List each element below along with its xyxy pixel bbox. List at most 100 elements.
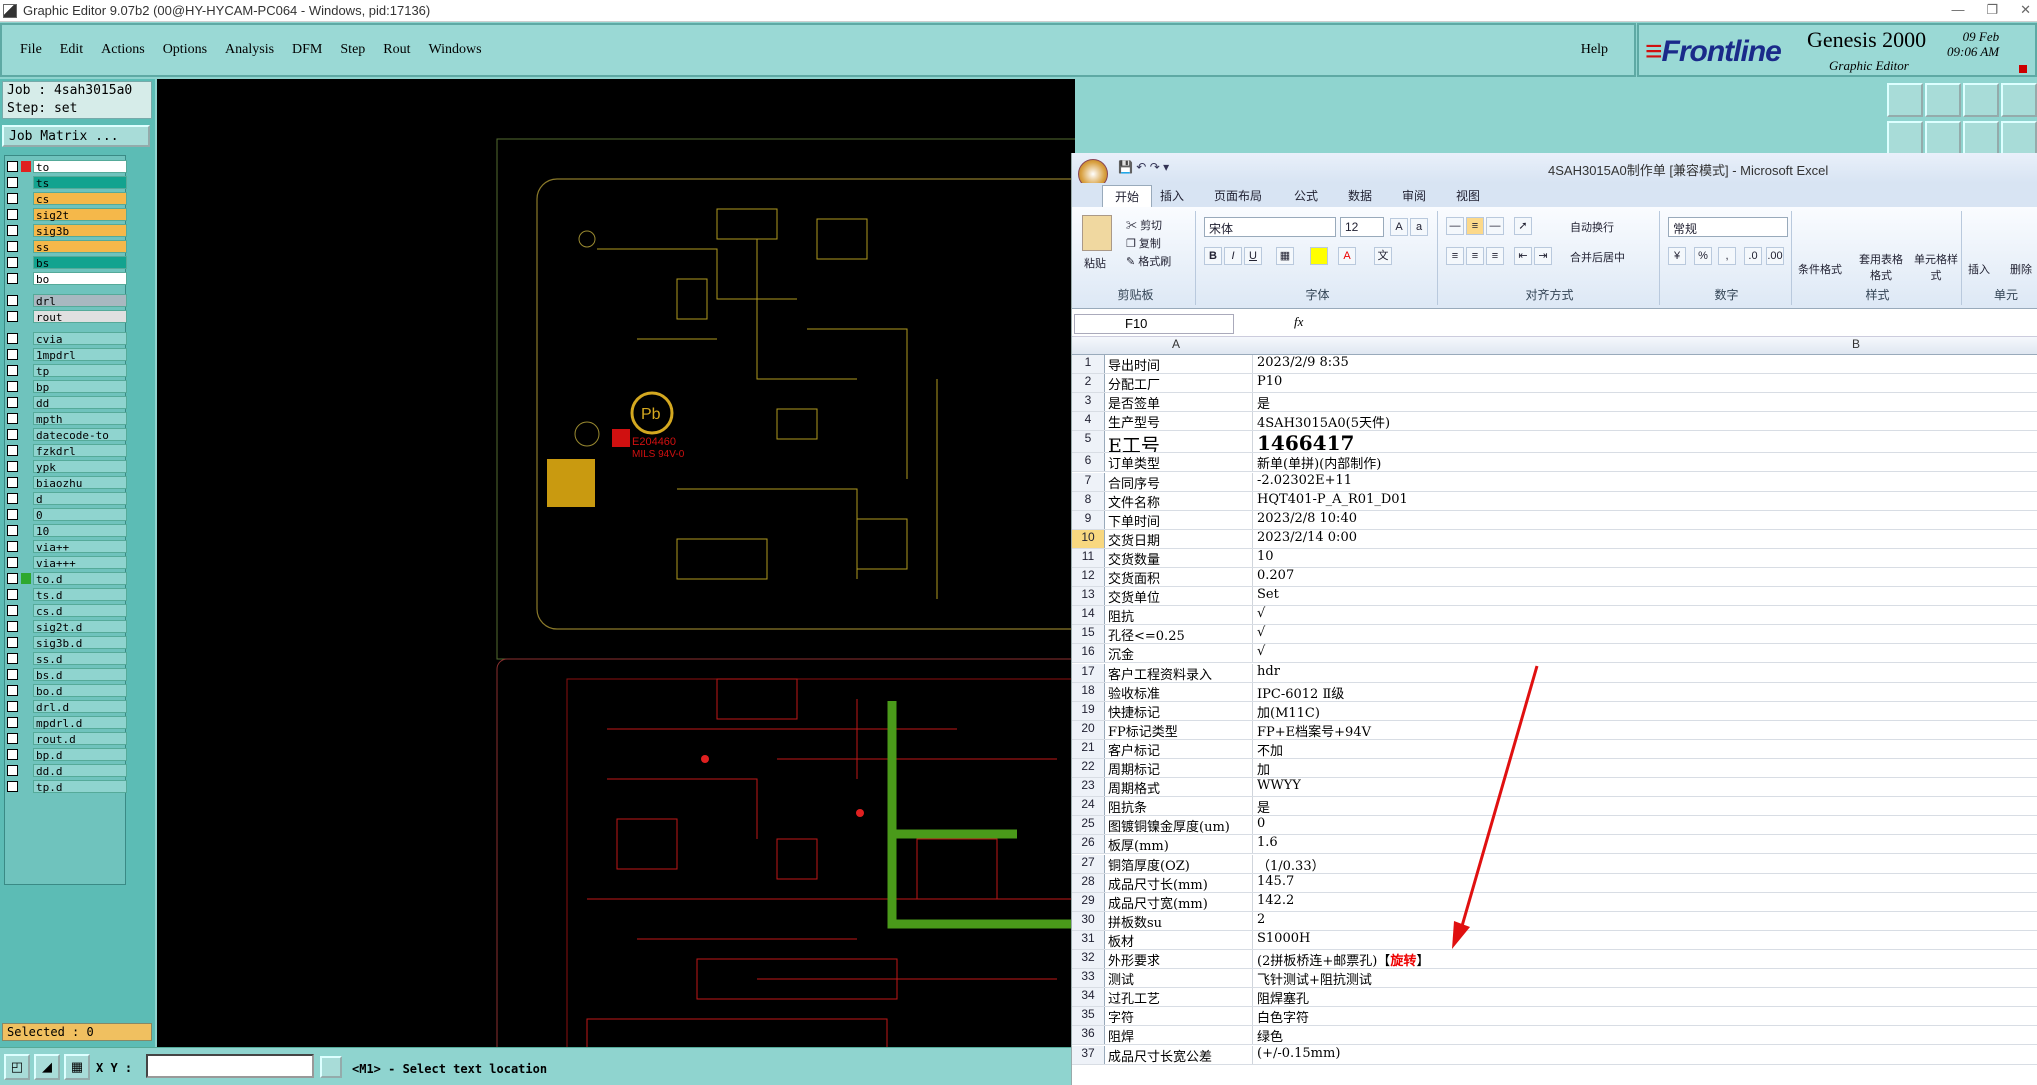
layer-row[interactable]: d	[7, 491, 127, 506]
layer-name[interactable]: cvia	[33, 331, 127, 346]
layer-name[interactable]: 1mpdrl	[33, 347, 127, 362]
close-icon[interactable]: ✕	[2020, 2, 2031, 18]
layer-checkbox[interactable]	[7, 716, 18, 728]
layer-row[interactable]: mpth	[7, 411, 127, 426]
layer-color-swatch[interactable]	[21, 349, 31, 360]
layer-row[interactable]: cvia	[7, 331, 127, 346]
layer-checkbox[interactable]	[7, 476, 18, 488]
layer-color-swatch[interactable]	[21, 209, 31, 220]
layer-row[interactable]: via++	[7, 539, 127, 554]
layer-name[interactable]: via+++	[33, 555, 127, 570]
layer-name[interactable]: dd	[33, 395, 127, 410]
layer-checkbox[interactable]	[7, 700, 18, 712]
layer-color-swatch[interactable]	[21, 193, 31, 204]
layer-checkbox[interactable]	[7, 380, 18, 392]
select-tool-icon[interactable]: ◰	[4, 1054, 30, 1080]
measure-tool-icon[interactable]: ◢	[34, 1054, 60, 1080]
layer-row[interactable]: ts	[7, 175, 127, 190]
layer-color-swatch[interactable]	[21, 525, 31, 536]
layer-name[interactable]: biaozhu	[33, 475, 127, 490]
layer-name[interactable]: cs.d	[33, 603, 127, 618]
layer-color-swatch[interactable]	[21, 295, 31, 306]
layer-checkbox[interactable]	[7, 256, 18, 268]
layer-name[interactable]: bp	[33, 379, 127, 394]
layer-color-swatch[interactable]	[21, 637, 31, 648]
layer-name[interactable]: datecode-to	[33, 427, 127, 442]
layer-checkbox[interactable]	[7, 604, 18, 616]
layer-name[interactable]: bo.d	[33, 683, 127, 698]
layer-row[interactable]: sig3b.d	[7, 635, 127, 650]
layer-name[interactable]: ts	[33, 175, 127, 190]
layer-color-swatch[interactable]	[21, 493, 31, 504]
menu-rout[interactable]: Rout	[383, 42, 410, 58]
layer-color-swatch[interactable]	[21, 225, 31, 236]
layer-row[interactable]: cs	[7, 191, 127, 206]
layer-row[interactable]: dd	[7, 395, 127, 410]
layer-checkbox[interactable]	[7, 364, 18, 376]
layer-color-swatch[interactable]	[21, 557, 31, 568]
layer-row[interactable]: bo.d	[7, 683, 127, 698]
layer-row[interactable]: bp.d	[7, 747, 127, 762]
layer-row[interactable]: ypk	[7, 459, 127, 474]
layer-checkbox[interactable]	[7, 556, 18, 568]
layer-name[interactable]: ss	[33, 239, 127, 254]
layer-checkbox[interactable]	[7, 310, 18, 322]
layer-checkbox[interactable]	[7, 208, 18, 220]
layer-checkbox[interactable]	[7, 508, 18, 520]
layer-color-swatch[interactable]	[21, 572, 31, 584]
tool-zoom-out-icon[interactable]	[1925, 83, 1961, 117]
layer-name[interactable]: rout	[33, 309, 127, 324]
layer-color-swatch[interactable]	[21, 445, 31, 456]
layer-checkbox[interactable]	[7, 748, 18, 760]
layer-checkbox[interactable]	[7, 668, 18, 680]
layer-row[interactable]: bo	[7, 271, 127, 286]
layer-name[interactable]: mpth	[33, 411, 127, 426]
layer-row[interactable]: fzkdrl	[7, 443, 127, 458]
layer-row[interactable]: ts.d	[7, 587, 127, 602]
menu-step[interactable]: Step	[340, 42, 365, 58]
layer-color-swatch[interactable]	[21, 241, 31, 252]
xy-input[interactable]	[146, 1054, 314, 1078]
layer-color-swatch[interactable]	[21, 733, 31, 744]
layer-color-swatch[interactable]	[21, 621, 31, 632]
layer-row[interactable]: mpdrl.d	[7, 715, 127, 730]
layer-color-swatch[interactable]	[21, 509, 31, 520]
layer-row[interactable]: dd.d	[7, 763, 127, 778]
layer-checkbox[interactable]	[7, 636, 18, 648]
layer-checkbox[interactable]	[7, 428, 18, 440]
layer-checkbox[interactable]	[7, 176, 18, 188]
layer-color-swatch[interactable]	[21, 381, 31, 392]
layer-checkbox[interactable]	[7, 780, 18, 792]
layer-name[interactable]: sig2t.d	[33, 619, 127, 634]
layer-row[interactable]: drl.d	[7, 699, 127, 714]
layer-name[interactable]: bp.d	[33, 747, 127, 762]
menu-actions[interactable]: Actions	[101, 42, 145, 58]
tool-pan-left-icon[interactable]	[1887, 121, 1923, 155]
layer-name[interactable]: cs	[33, 191, 127, 206]
layer-name[interactable]: drl.d	[33, 699, 127, 714]
layer-checkbox[interactable]	[7, 294, 18, 306]
layer-row[interactable]: to.d	[7, 571, 127, 586]
tool-home-icon[interactable]	[1963, 83, 1999, 117]
layer-name[interactable]: fzkdrl	[33, 443, 127, 458]
layer-color-swatch[interactable]	[21, 477, 31, 488]
job-matrix-button[interactable]: Job Matrix ...	[2, 125, 150, 147]
layer-row[interactable]: ss.d	[7, 651, 127, 666]
layer-name[interactable]: sig3b	[33, 223, 127, 238]
tool-zoom-in-icon[interactable]	[1887, 83, 1923, 117]
layer-color-swatch[interactable]	[21, 669, 31, 680]
restore-icon[interactable]: ❐	[1986, 2, 1998, 18]
menu-windows[interactable]: Windows	[429, 42, 482, 58]
layer-color-swatch[interactable]	[21, 781, 31, 792]
layer-color-swatch[interactable]	[21, 273, 31, 284]
layer-color-swatch[interactable]	[21, 653, 31, 664]
layer-row[interactable]: 1mpdrl	[7, 347, 127, 362]
layer-name[interactable]: sig2t	[33, 207, 127, 222]
layer-row[interactable]: sig2t.d	[7, 619, 127, 634]
layer-name[interactable]: bo	[33, 271, 127, 286]
layer-checkbox[interactable]	[7, 572, 18, 584]
menu-file[interactable]: File	[20, 42, 42, 58]
layer-color-swatch[interactable]	[21, 397, 31, 408]
layer-checkbox[interactable]	[7, 524, 18, 536]
layer-row[interactable]: drl	[7, 293, 127, 308]
